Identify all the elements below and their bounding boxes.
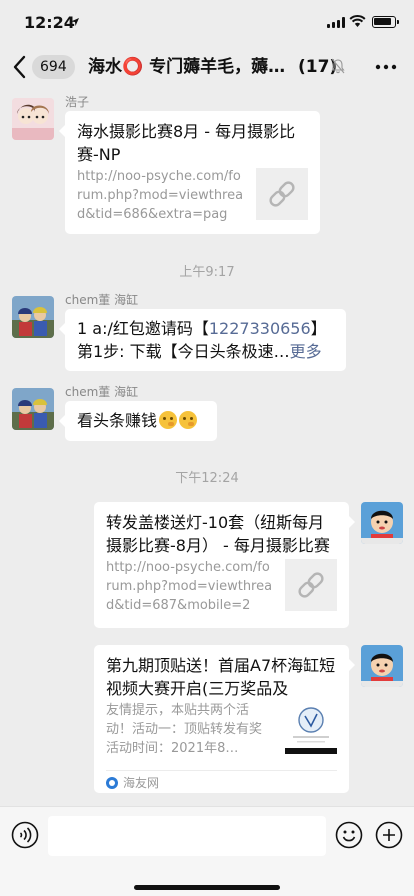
voice-input-icon[interactable] bbox=[11, 821, 39, 849]
link-card-title: 转发盖楼送灯-10套（纽斯每月摄影比赛-8月） - 每月摄影比赛 bbox=[106, 513, 330, 555]
article-title: 第九期顶贴送！首届A7杯海缸短视频大赛开启(三万奖品及 bbox=[106, 656, 336, 698]
step-text: 第1步: 下载【今日头条极速… bbox=[77, 342, 290, 361]
card-divider bbox=[106, 770, 337, 771]
battery-icon bbox=[372, 16, 399, 28]
own-avatar[interactable] bbox=[361, 502, 403, 544]
back-chevron-icon[interactable] bbox=[10, 54, 30, 80]
group-chat-title: 海水⭕ 专门薅羊毛，薅羊毛群 bbox=[88, 57, 294, 77]
sender-name: chem董 海缸 bbox=[65, 385, 139, 399]
plus-icon[interactable] bbox=[375, 821, 403, 849]
status-time: 12:24 bbox=[24, 13, 75, 32]
own-avatar[interactable] bbox=[361, 645, 403, 687]
article-thumbnail bbox=[285, 702, 337, 754]
chat-header: 694 海水⭕ 专门薅羊毛，薅羊毛群 (17) bbox=[0, 44, 414, 90]
chat-input-bar bbox=[0, 806, 414, 896]
cellular-signal-icon bbox=[327, 17, 345, 28]
link-card-title: 海水摄影比赛8月 - 每月摄影比赛-NP bbox=[77, 122, 296, 164]
link-card-url: http://noo-psyche.com/forum.php?mod=view… bbox=[77, 169, 244, 222]
sender-avatar[interactable] bbox=[12, 296, 54, 338]
invite-code-link[interactable]: 1227330656 bbox=[209, 319, 311, 338]
link-card-message[interactable]: 海水摄影比赛8月 - 每月摄影比赛-NP http://noo-psyche.c… bbox=[59, 111, 320, 234]
text-message[interactable]: 看头条赚钱 bbox=[59, 401, 217, 441]
timestamp: 上午9:17 bbox=[179, 265, 235, 280]
chain-link-icon bbox=[269, 181, 295, 207]
message-body: 看头条赚钱 bbox=[77, 411, 158, 430]
wifi-icon bbox=[349, 15, 366, 27]
source-name: 海友网 bbox=[123, 776, 160, 790]
expand-more-link[interactable]: 更多 bbox=[290, 342, 322, 361]
message-text-line: 第1步: 下载【今日头条极速…更多 bbox=[77, 340, 322, 363]
more-options-icon[interactable] bbox=[374, 58, 398, 76]
emoji-icon[interactable] bbox=[335, 821, 363, 849]
link-thumbnail bbox=[256, 168, 308, 220]
article-source: 海友网 bbox=[106, 774, 159, 791]
article-summary: 友情提示，本贴共两个活动！活动一：顶贴转发有奖活动时间：2021年8… bbox=[106, 703, 263, 756]
message-list[interactable]: 浩子 海水摄影比赛8月 - 每月摄影比赛-NP http://noo-psych… bbox=[0, 90, 414, 806]
thinking-emoji-icon bbox=[159, 411, 178, 429]
article-card-message[interactable]: 第九期顶贴送！首届A7杯海缸短视频大赛开启(三万奖品及 友情提示，本贴共两个活动… bbox=[94, 645, 355, 793]
link-thumbnail bbox=[285, 559, 337, 611]
unread-count-badge[interactable]: 694 bbox=[32, 55, 75, 79]
thinking-emoji-icon bbox=[179, 411, 198, 429]
message-text: 看头条赚钱 bbox=[77, 409, 198, 432]
timestamp: 下午12:24 bbox=[175, 471, 239, 486]
sender-avatar[interactable] bbox=[12, 388, 54, 430]
invite-text: 1 a:/红包邀请码【 bbox=[77, 319, 209, 338]
message-text-line: 1 a:/红包邀请码【1227330656】 bbox=[77, 317, 327, 340]
sender-avatar[interactable] bbox=[12, 98, 54, 140]
link-card-message[interactable]: 转发盖楼送灯-10套（纽斯每月摄影比赛-8月） - 每月摄影比赛 http://… bbox=[94, 502, 355, 628]
mute-bell-icon bbox=[331, 58, 345, 74]
link-card-url: http://noo-psyche.com/forum.php?mod=view… bbox=[106, 560, 273, 613]
text-message[interactable]: 1 a:/红包邀请码【1227330656】 第1步: 下载【今日头条极速…更多 bbox=[59, 309, 346, 371]
chain-link-icon bbox=[298, 572, 324, 598]
status-bar: 12:24 bbox=[0, 0, 414, 44]
sender-name: 浩子 bbox=[65, 95, 90, 109]
sender-name: chem董 海缸 bbox=[65, 293, 139, 307]
message-input[interactable] bbox=[48, 816, 326, 856]
home-indicator bbox=[134, 885, 280, 890]
location-arrow-icon bbox=[71, 18, 79, 26]
bracket-text: 】 bbox=[310, 319, 327, 338]
source-logo-icon bbox=[106, 777, 118, 789]
